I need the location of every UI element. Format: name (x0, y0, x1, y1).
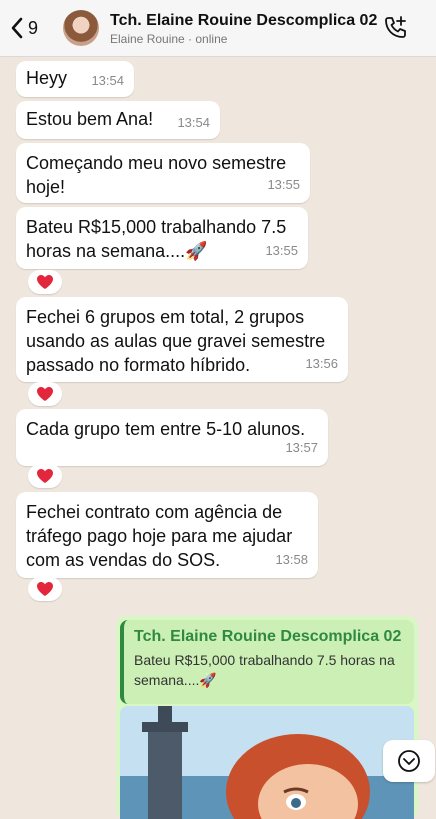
reaction-badge[interactable] (28, 464, 62, 488)
message-bubble[interactable]: Fechei 6 grupos em total, 2 grupos usand… (16, 297, 348, 382)
cartoon-image (120, 706, 414, 819)
message-bubble[interactable]: Heyy 13:54 (16, 61, 134, 97)
chat-header: 9 Tch. Elaine Rouine Descomplica 02 Elai… (0, 0, 436, 57)
message-text: Heyy (26, 68, 68, 88)
chevron-down-icon (398, 750, 420, 772)
avatar[interactable] (63, 10, 99, 46)
back-button[interactable]: 9 (10, 14, 50, 42)
message-text: Fechei contrato com agência de tráfego p… (26, 502, 293, 570)
message-bubble[interactable]: Bateu R$15,000 trabalhando 7.5 horas na … (16, 207, 308, 269)
chat-title[interactable]: Tch. Elaine Rouine Descomplica 02 (110, 12, 377, 30)
message-text: Cada grupo tem entre 5-10 alunos. (26, 419, 306, 439)
message-text: Fechei 6 grupos em total, 2 grupos usand… (26, 307, 326, 375)
chat-subtitle: Elaine Rouine · online (110, 32, 228, 46)
message-text: Bateu R$15,000 trabalhando 7.5 horas na … (26, 217, 287, 261)
chevron-left-icon (11, 17, 23, 39)
message-time: 13:54 (91, 73, 124, 88)
phone-plus-icon[interactable] (382, 15, 408, 41)
reaction-badge[interactable] (28, 382, 62, 406)
reaction-badge[interactable] (28, 270, 62, 294)
message-time: 13:55 (267, 177, 300, 192)
message-bubble[interactable]: Fechei contrato com agência de tráfego p… (16, 492, 318, 578)
scroll-to-bottom-button[interactable] (383, 740, 435, 782)
message-time: 13:58 (275, 552, 308, 567)
message-time: 13:57 (285, 440, 318, 455)
quoted-message[interactable]: Tch. Elaine Rouine Descomplica 02 Bateu … (120, 620, 414, 704)
image-attachment[interactable] (120, 706, 414, 819)
quoted-sender: Tch. Elaine Rouine Descomplica 02 (134, 628, 402, 645)
message-bubble[interactable]: Cada grupo tem entre 5-10 alunos. 13:57 (16, 409, 328, 466)
message-text: Estou bem Ana! (26, 109, 154, 129)
heart-icon (37, 275, 53, 289)
quoted-text: Bateu R$15,000 trabalhando 7.5 horas na … (134, 652, 395, 688)
message-time: 13:55 (265, 243, 298, 258)
message-time: 13:56 (305, 356, 338, 371)
unread-count: 9 (28, 17, 39, 38)
heart-icon (37, 469, 53, 483)
heart-icon (37, 582, 53, 596)
reaction-badge[interactable] (28, 577, 62, 601)
outgoing-reply-bubble[interactable]: Tch. Elaine Rouine Descomplica 02 Bateu … (116, 616, 418, 819)
heart-icon (37, 387, 53, 401)
message-bubble[interactable]: Estou bem Ana! 13:54 (16, 101, 220, 139)
message-bubble[interactable]: Começando meu novo semestre hoje! 13:55 (16, 143, 310, 203)
message-time: 13:54 (177, 115, 210, 130)
message-text: Começando meu novo semestre hoje! (26, 153, 287, 197)
